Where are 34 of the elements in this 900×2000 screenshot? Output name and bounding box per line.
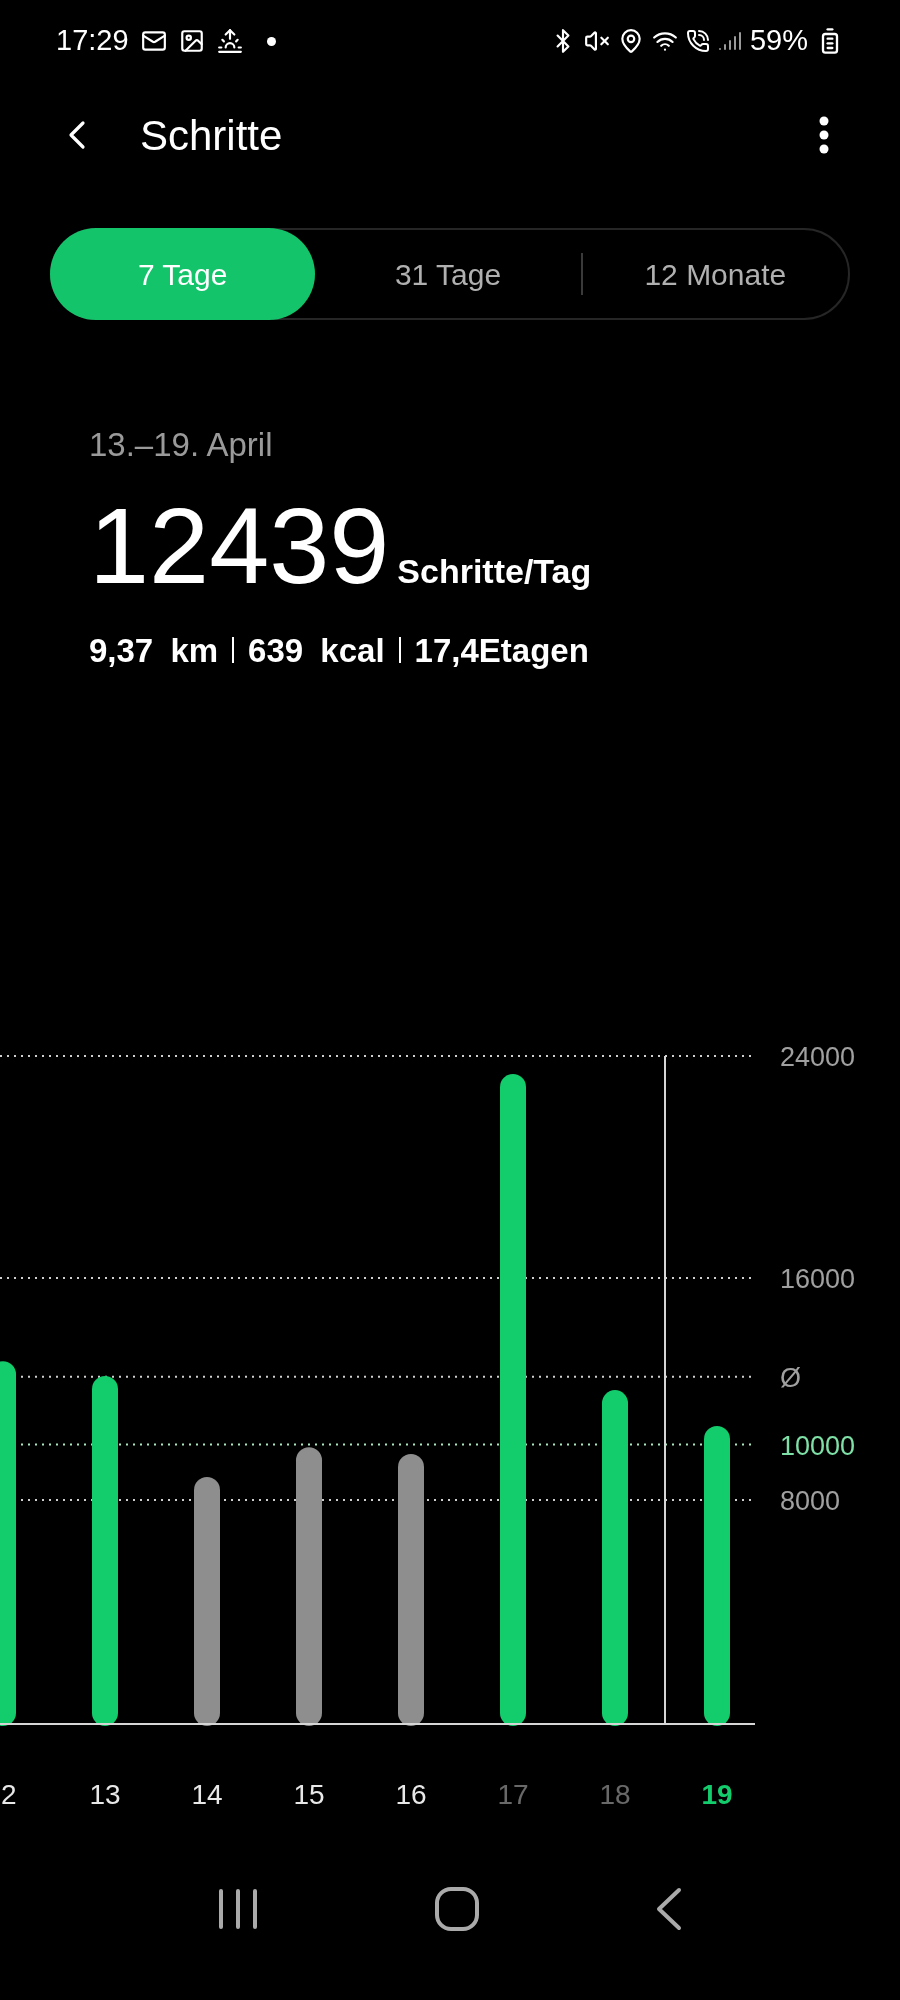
- stat-value: 17,4Etagen: [414, 630, 589, 671]
- stat-value: 639 kcal: [248, 630, 385, 671]
- stat-value: 9,37 km: [89, 630, 219, 671]
- day-label[interactable]: 15: [293, 1779, 325, 1810]
- day-label[interactable]: 19: [701, 1779, 733, 1810]
- mute-icon: [583, 28, 610, 54]
- image-icon: [178, 28, 205, 54]
- battery-percent: 59%: [749, 23, 808, 59]
- page-title: Schritte: [140, 110, 284, 161]
- daily-steps-value: 12439: [89, 491, 390, 600]
- day-label[interactable]: 16: [395, 1779, 427, 1810]
- axis-label: Ø: [780, 1362, 801, 1393]
- period-tab[interactable]: 31 Tage: [315, 228, 581, 320]
- steps-unit: Schritte/Tag: [397, 550, 592, 592]
- back-nav-icon[interactable]: [654, 1887, 683, 1931]
- signal-icon: [717, 29, 742, 53]
- sunrise-icon: [216, 28, 243, 54]
- clock: 17:29: [56, 23, 129, 59]
- day-label[interactable]: 17: [497, 1779, 529, 1810]
- mail-icon: [140, 28, 167, 54]
- period-tab[interactable]: 12 Monate: [582, 228, 848, 320]
- axis-label: 10000: [780, 1430, 856, 1461]
- axis-label: 8000: [780, 1486, 841, 1516]
- recent-apps-icon[interactable]: [217, 1888, 260, 1930]
- axis-label: 24000: [780, 1042, 856, 1072]
- date-range: 13.–19. April: [89, 425, 274, 465]
- day-label[interactable]: 13: [89, 1779, 121, 1810]
- day-label[interactable]: 2: [1, 1779, 17, 1810]
- axis-label: 16000: [780, 1264, 856, 1294]
- more-icon: [819, 116, 829, 154]
- day-label[interactable]: 18: [599, 1779, 631, 1810]
- day-label[interactable]: 14: [191, 1779, 223, 1810]
- home-icon[interactable]: [434, 1886, 480, 1932]
- phone-icon: [685, 29, 710, 53]
